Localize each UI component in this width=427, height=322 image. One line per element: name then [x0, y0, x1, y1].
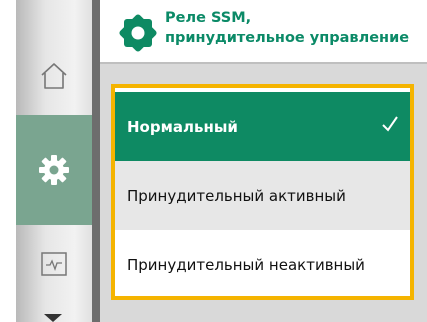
- option-forced-active[interactable]: Принудительный активный: [115, 161, 410, 230]
- gear-icon: [119, 14, 157, 52]
- nav-settings-button[interactable]: [16, 115, 92, 225]
- page-title: Реле SSM, принудительное управление: [165, 8, 409, 48]
- title-line-2: принудительное управление: [165, 30, 410, 46]
- title-line-1: Реле SSM,: [165, 10, 252, 26]
- header: Реле SSM, принудительное управление: [100, 0, 427, 62]
- rail-gap: [0, 0, 16, 322]
- checkmark-icon: [382, 116, 398, 132]
- option-label: Принудительный неактивный: [127, 255, 365, 274]
- scroll-down-indicator: [44, 314, 62, 322]
- options-list: Нормальный Принудительный активный Прину…: [111, 84, 414, 300]
- nav-status-button[interactable]: [16, 228, 92, 300]
- option-normal[interactable]: Нормальный: [115, 92, 410, 161]
- gear-icon: [39, 155, 69, 185]
- option-forced-inactive[interactable]: Принудительный неактивный: [115, 230, 410, 296]
- pulse-monitor-icon: [41, 252, 67, 276]
- option-label: Принудительный активный: [127, 186, 346, 205]
- nav-home-button[interactable]: [16, 40, 92, 112]
- left-nav-rail: [0, 0, 100, 322]
- option-label: Нормальный: [127, 117, 238, 136]
- house-icon: [41, 63, 67, 89]
- rail-separator: [92, 0, 100, 322]
